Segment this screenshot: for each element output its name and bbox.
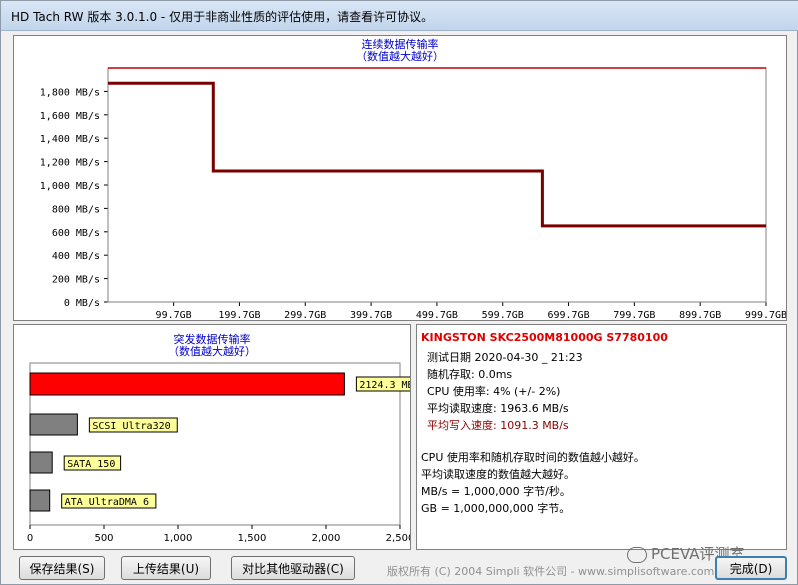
seq-y-tick-label: 800 MB/s xyxy=(52,204,100,215)
burst-x-tick-label: 0 xyxy=(27,533,33,544)
seq-plot-area xyxy=(107,67,767,303)
avg-read-speed: 平均读取速度: 1963.6 MB/s xyxy=(427,402,569,415)
seq-y-tick-label: 600 MB/s xyxy=(52,228,100,239)
upload-results-button[interactable]: 上传结果(U) xyxy=(121,556,211,580)
burst-x-tick-label: 500 xyxy=(94,533,113,544)
sequential-chart-panel: 连续数据传输率 （数值越大越好） 1,800 MB/s 1,600 MB/s 1,4… xyxy=(13,35,787,321)
seq-x-tick-label: 799.7GB xyxy=(613,310,655,320)
title-bar: HD Tach RW 版本 3.0.1.0 - 仅用于非商业性质的评估使用，请查… xyxy=(1,1,798,31)
avg-write-speed: 平均写入速度: 1091.3 MB/s xyxy=(427,419,569,432)
burst-chart: 突发数据传输率 （数值越大越好） 2124.3 MB/s SCSI Ultra32… xyxy=(27,332,410,544)
note-cpu: CPU 使用率和随机存取时间的数值越小越好。 xyxy=(421,451,645,464)
reference-bar xyxy=(29,489,51,512)
reference-bar xyxy=(29,413,78,436)
seq-x-tick-label: 199.7GB xyxy=(218,310,260,320)
seq-x-tick-label: 599.7GB xyxy=(482,310,524,320)
wechat-icon xyxy=(627,546,647,563)
seq-x-tick-label: 699.7GB xyxy=(547,310,589,320)
burst-value-label: SATA 150 xyxy=(67,459,115,470)
burst-rate-bar xyxy=(29,372,345,396)
burst-value-label: ATA UltraDMA 6 xyxy=(65,497,149,508)
seq-chart-title: 连续数据传输率 xyxy=(362,37,439,51)
seq-x-tick-label: 899.7GB xyxy=(679,310,721,320)
seq-x-tick-label: 399.7GB xyxy=(350,310,392,320)
seq-y-tick-label: 200 MB/s xyxy=(52,275,100,286)
compare-drives-button[interactable]: 对比其他驱动器(C) xyxy=(231,556,355,580)
info-panel: KINGSTON SKC2500M81000G S7780100 测试日期 20… xyxy=(416,324,787,550)
note-gb: GB = 1,000,000,000 字节。 xyxy=(421,502,571,515)
reference-bar xyxy=(29,451,53,474)
drive-name: KINGSTON SKC2500M81000G S7780100 xyxy=(421,331,668,344)
seq-y-tick-label: 400 MB/s xyxy=(52,251,100,262)
seq-y-tick-label: 0 MB/s xyxy=(64,298,100,309)
seq-y-tick-label: 1,600 MB/s xyxy=(40,111,100,122)
burst-x-tick-label: 1,500 xyxy=(238,533,267,544)
seq-y-tick-label: 1,200 MB/s xyxy=(40,158,100,169)
burst-x-tick-label: 2,000 xyxy=(312,533,341,544)
sequential-chart: 连续数据传输率 （数值越大越好） 1,800 MB/s 1,600 MB/s 1,4… xyxy=(40,37,786,320)
burst-chart-subtitle: （数值越大越好） xyxy=(168,344,256,358)
note-mbs: MB/s = 1,000,000 字节/秒。 xyxy=(421,485,571,498)
test-date: 测试日期 2020-04-30 _ 21:23 xyxy=(427,351,583,364)
seq-x-tick-label: 499.7GB xyxy=(416,310,458,320)
seq-chart-subtitle: （数值越大越好） xyxy=(356,49,444,63)
burst-chart-title: 突发数据传输率 xyxy=(174,332,251,346)
burst-chart-panel: 突发数据传输率 （数值越大越好） 2124.3 MB/s SCSI Ultra32… xyxy=(13,324,411,550)
copyright: 版权所有 (C) 2004 Simpli 软件公司 - www.simpliso… xyxy=(387,565,715,578)
note-read: 平均读取速度的数值越大越好。 xyxy=(421,468,575,481)
burst-value-label: 2124.3 MB/s xyxy=(359,380,410,391)
burst-x-tick-label: 2,500 xyxy=(386,533,410,544)
random-access: 随机存取: 0.0ms xyxy=(427,368,513,381)
cpu-usage: CPU 使用率: 4% (+/- 2%) xyxy=(427,385,561,398)
seq-y-tick-label: 1,000 MB/s xyxy=(40,181,100,192)
seq-x-tick-label: 999.7GB xyxy=(745,310,786,320)
seq-x-tick-label: 299.7GB xyxy=(284,310,326,320)
seq-x-tick-label: 99.7GB xyxy=(156,310,192,320)
burst-x-tick-label: 1,000 xyxy=(164,533,193,544)
app-window: HD Tach RW 版本 3.0.1.0 - 仅用于非商业性质的评估使用，请查… xyxy=(0,0,798,585)
write-series-line xyxy=(108,81,766,228)
save-results-button[interactable]: 保存结果(S) xyxy=(19,556,105,580)
burst-value-label: SCSI Ultra320 xyxy=(92,421,170,432)
seq-y-tick-label: 1,800 MB/s xyxy=(40,87,100,98)
done-button[interactable]: 完成(D) xyxy=(715,556,787,580)
seq-y-tick-label: 1,400 MB/s xyxy=(40,134,100,145)
window-title: HD Tach RW 版本 3.0.1.0 - 仅用于非商业性质的评估使用，请查… xyxy=(11,10,434,24)
